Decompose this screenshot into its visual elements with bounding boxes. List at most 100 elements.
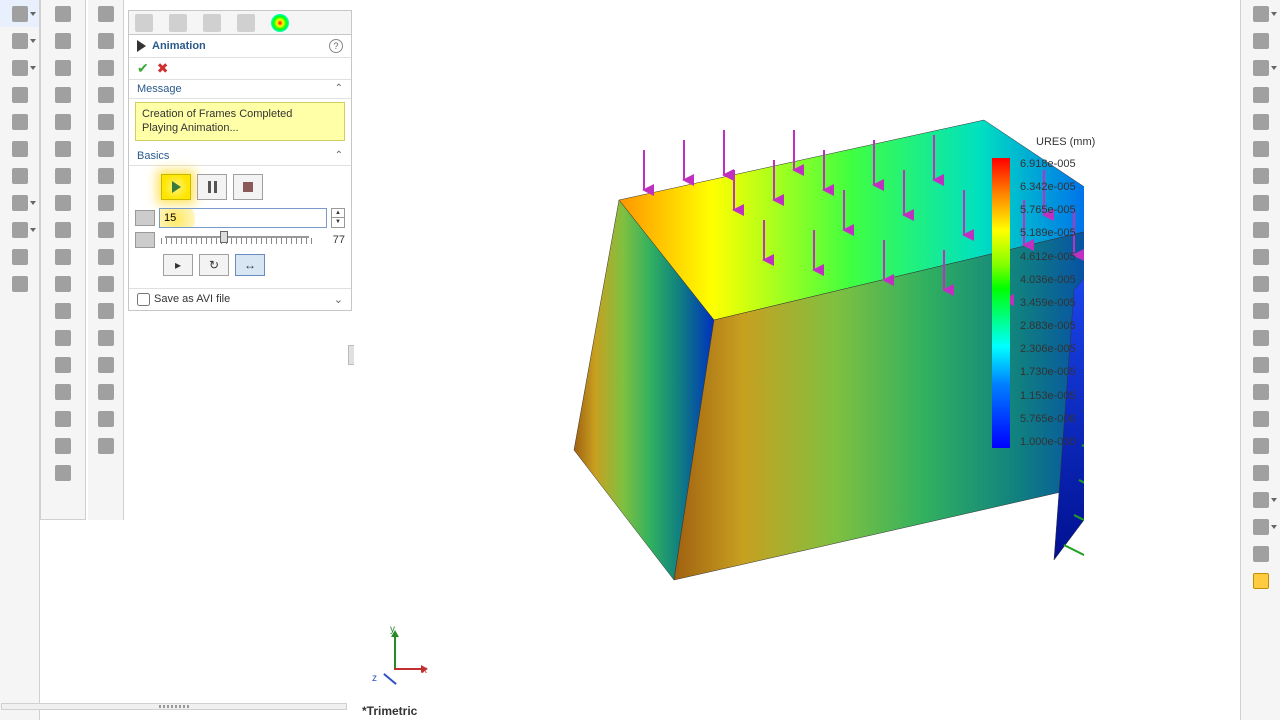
pause-button[interactable]	[197, 174, 227, 200]
tool-btn-l3-5[interactable]	[88, 108, 123, 135]
tool-btn-r-22[interactable]	[1241, 567, 1280, 594]
tool-btn-l3-12[interactable]	[88, 297, 123, 324]
tool-btn-l2-15[interactable]	[41, 378, 85, 405]
tool-btn-l2-10[interactable]	[41, 243, 85, 270]
ok-cancel-row: ✔ ✖	[129, 58, 351, 80]
panel-title: Animation	[152, 40, 329, 52]
tool-btn-l3-8[interactable]	[88, 189, 123, 216]
tool-btn-r-17[interactable]	[1241, 432, 1280, 459]
tool-btn-r-1[interactable]	[1241, 0, 1280, 27]
tool-btn-l1-7[interactable]	[0, 162, 39, 189]
tool-btn-r-11[interactable]	[1241, 270, 1280, 297]
tool-btn-l1-5[interactable]	[0, 108, 39, 135]
tool-btn-l3-14[interactable]	[88, 351, 123, 378]
tool-btn-l2-8[interactable]	[41, 189, 85, 216]
tool-btn-r-2[interactable]	[1241, 27, 1280, 54]
frames-input[interactable]	[159, 208, 327, 228]
tool-btn-l2-11[interactable]	[41, 270, 85, 297]
tool-btn-l2-7[interactable]	[41, 162, 85, 189]
save-avi-checkbox[interactable]	[137, 293, 150, 306]
tool-btn-l2-17[interactable]	[41, 432, 85, 459]
tool-btn-r-7[interactable]	[1241, 162, 1280, 189]
tool-btn-l2-5[interactable]	[41, 108, 85, 135]
tool-btn-l1-6[interactable]	[0, 135, 39, 162]
tool-btn-l3-9[interactable]	[88, 216, 123, 243]
tool-btn-l2-13[interactable]	[41, 324, 85, 351]
legend-val-7: 2.883e-005	[1020, 320, 1076, 332]
tab-config-icon[interactable]	[203, 14, 221, 32]
tool-btn-l2-6[interactable]	[41, 135, 85, 162]
tool-btn-l1-3[interactable]	[0, 54, 39, 81]
basics-section-header[interactable]: Basics ⌃	[129, 147, 351, 166]
tool-btn-l1-10[interactable]	[0, 243, 39, 270]
tool-btn-l3-16[interactable]	[88, 405, 123, 432]
tool-btn-l3-11[interactable]	[88, 270, 123, 297]
tab-dim-icon[interactable]	[237, 14, 255, 32]
tool-btn-l3-10[interactable]	[88, 243, 123, 270]
tool-btn-r-3[interactable]	[1241, 54, 1280, 81]
stop-button[interactable]	[233, 174, 263, 200]
message-section-header[interactable]: Message ⌃	[129, 80, 351, 99]
tool-btn-r-14[interactable]	[1241, 351, 1280, 378]
cancel-button[interactable]: ✖	[157, 60, 169, 77]
legend-val-9: 1.730e-005	[1020, 366, 1076, 378]
play-once-button[interactable]: ▸	[163, 254, 193, 276]
frames-spinner[interactable]: ▲▼	[331, 208, 345, 228]
reciprocate-button[interactable]: ↔	[235, 254, 265, 276]
tool-btn-l2-12[interactable]	[41, 297, 85, 324]
tab-feature-icon[interactable]	[135, 14, 153, 32]
tool-btn-l3-7[interactable]	[88, 162, 123, 189]
tool-btn-r-10[interactable]	[1241, 243, 1280, 270]
tab-property-icon[interactable]	[169, 14, 187, 32]
tool-btn-l2-14[interactable]	[41, 351, 85, 378]
loop-button[interactable]: ↻	[199, 254, 229, 276]
play-button[interactable]	[161, 174, 191, 200]
tool-btn-l2-3[interactable]	[41, 54, 85, 81]
message-line1: Creation of Frames Completed	[142, 107, 338, 121]
tool-btn-l1-2[interactable]	[0, 27, 39, 54]
animation-panel: Animation ? ✔ ✖ Message ⌃ Creation of Fr…	[128, 10, 352, 311]
tool-btn-l3-2[interactable]	[88, 27, 123, 54]
tool-btn-l2-9[interactable]	[41, 216, 85, 243]
tab-appearance-icon[interactable]	[271, 14, 289, 32]
tool-btn-r-9[interactable]	[1241, 216, 1280, 243]
tool-btn-l2-18[interactable]	[41, 459, 85, 486]
tool-btn-r-19[interactable]	[1241, 486, 1280, 513]
tool-btn-r-4[interactable]	[1241, 81, 1280, 108]
tool-btn-l3-17[interactable]	[88, 432, 123, 459]
tool-btn-r-13[interactable]	[1241, 324, 1280, 351]
tool-btn-l3-13[interactable]	[88, 324, 123, 351]
tool-btn-l1-8[interactable]	[0, 189, 39, 216]
help-button[interactable]: ?	[329, 39, 343, 53]
tool-btn-r-5[interactable]	[1241, 108, 1280, 135]
tool-btn-l1-11[interactable]	[0, 270, 39, 297]
tool-btn-l2-4[interactable]	[41, 81, 85, 108]
tool-btn-r-21[interactable]	[1241, 540, 1280, 567]
tool-btn-l3-1[interactable]	[88, 0, 123, 27]
axis-y-label: y	[390, 624, 395, 635]
tool-btn-l2-2[interactable]	[41, 27, 85, 54]
tool-btn-l1-9[interactable]	[0, 216, 39, 243]
speed-slider[interactable]	[165, 236, 309, 238]
ok-button[interactable]: ✔	[137, 60, 149, 77]
save-avi-row[interactable]: Save as AVI file ⌄	[129, 288, 351, 310]
tool-btn-l2-16[interactable]	[41, 405, 85, 432]
tool-btn-r-8[interactable]	[1241, 189, 1280, 216]
tool-btn-l2-1[interactable]	[41, 0, 85, 27]
tool-btn-r-16[interactable]	[1241, 405, 1280, 432]
tool-btn-r-18[interactable]	[1241, 459, 1280, 486]
tool-btn-l3-6[interactable]	[88, 135, 123, 162]
orientation-triad[interactable]: y x z	[370, 630, 420, 680]
basics-body: ▲▼ 77 ▸ ↻ ↔	[129, 166, 351, 288]
tool-btn-l3-3[interactable]	[88, 54, 123, 81]
tool-btn-r-12[interactable]	[1241, 297, 1280, 324]
tool-btn-l1-4[interactable]	[0, 81, 39, 108]
panel-splitter[interactable]	[1, 703, 347, 710]
tool-btn-r-6[interactable]	[1241, 135, 1280, 162]
tool-btn-l3-4[interactable]	[88, 81, 123, 108]
graphics-viewport[interactable]: URES (mm) 6.918e-005 6.342e-005 5.765e-0…	[354, 0, 1240, 720]
tool-btn-l1-1[interactable]	[0, 0, 39, 27]
tool-btn-l3-15[interactable]	[88, 378, 123, 405]
tool-btn-r-20[interactable]	[1241, 513, 1280, 540]
tool-btn-r-15[interactable]	[1241, 378, 1280, 405]
